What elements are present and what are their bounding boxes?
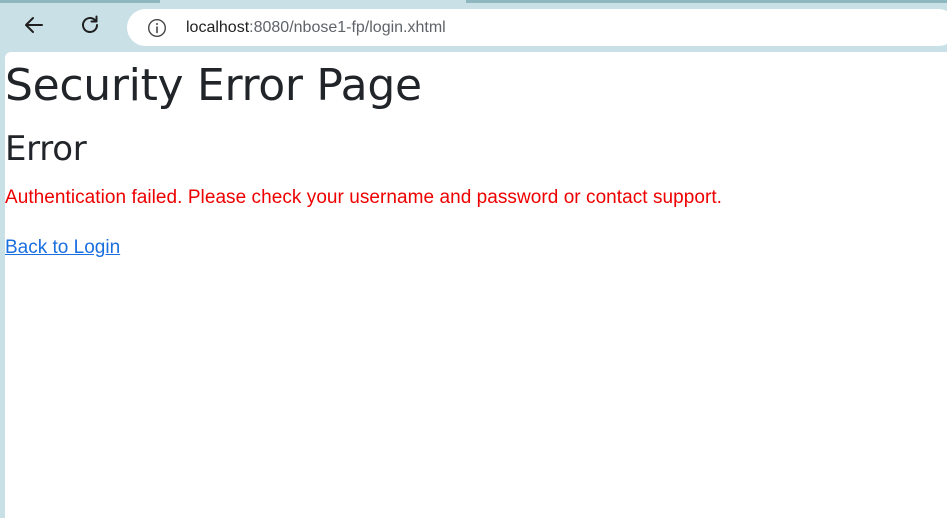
page-viewport: Security Error Page Error Authentication… <box>5 52 947 518</box>
back-button[interactable] <box>17 10 51 44</box>
tab-strip-edge <box>466 0 947 3</box>
back-to-login-link[interactable]: Back to Login <box>5 235 120 261</box>
browser-toolbar: localhost:8080/nbose1-fp/login.xhtml <box>0 0 947 52</box>
tab-strip-edge <box>0 0 160 3</box>
error-message: Authentication failed. Please check your… <box>5 187 723 208</box>
url-host: localhost <box>186 18 250 36</box>
info-icon[interactable] <box>146 17 168 39</box>
url-path: :8080/nbose1-fp/login.xhtml <box>249 18 446 36</box>
page-title: Security Error Page <box>5 60 422 111</box>
error-heading: Error <box>5 129 87 169</box>
reload-button[interactable] <box>73 10 107 44</box>
address-bar[interactable]: localhost:8080/nbose1-fp/login.xhtml <box>127 9 947 46</box>
arrow-left-icon <box>23 14 45 41</box>
reload-icon <box>79 14 101 41</box>
url-text[interactable]: localhost:8080/nbose1-fp/login.xhtml <box>186 19 446 37</box>
